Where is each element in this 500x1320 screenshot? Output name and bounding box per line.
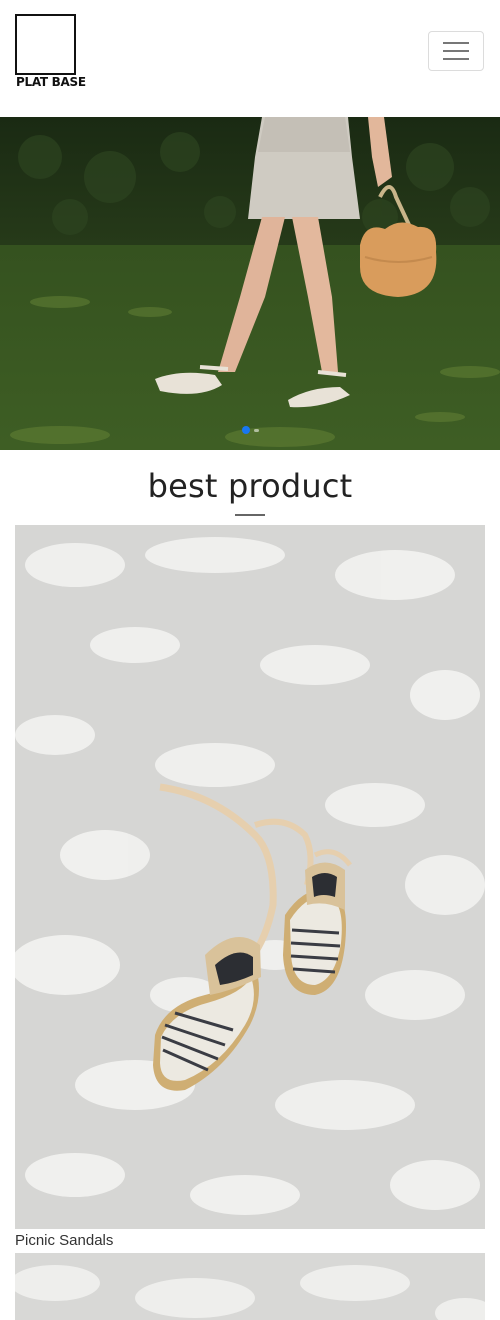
hero-image xyxy=(0,117,500,450)
product-photo xyxy=(15,525,485,1229)
carousel-indicator-2[interactable] xyxy=(253,428,259,432)
carousel-indicators xyxy=(0,426,500,434)
brand-logo[interactable]: PLAT BASE xyxy=(15,14,86,90)
heading-underline xyxy=(235,514,265,516)
navbar-toggle-button[interactable] xyxy=(428,31,484,71)
best-product-heading: best product xyxy=(147,467,353,505)
carousel-indicator-1[interactable] xyxy=(241,426,250,434)
logo-text: PLAT BASE xyxy=(16,75,86,89)
product-photo-2 xyxy=(15,1253,485,1320)
hamburger-menu-icon xyxy=(443,42,469,44)
hero-carousel[interactable] xyxy=(0,117,500,450)
logo-square-icon xyxy=(15,14,76,75)
product-name[interactable]: Picnic Sandals xyxy=(15,1232,113,1249)
site-header: PLAT BASE xyxy=(0,0,500,117)
product-card-image-2[interactable] xyxy=(15,1253,485,1320)
product-card-image[interactable] xyxy=(15,525,485,1229)
